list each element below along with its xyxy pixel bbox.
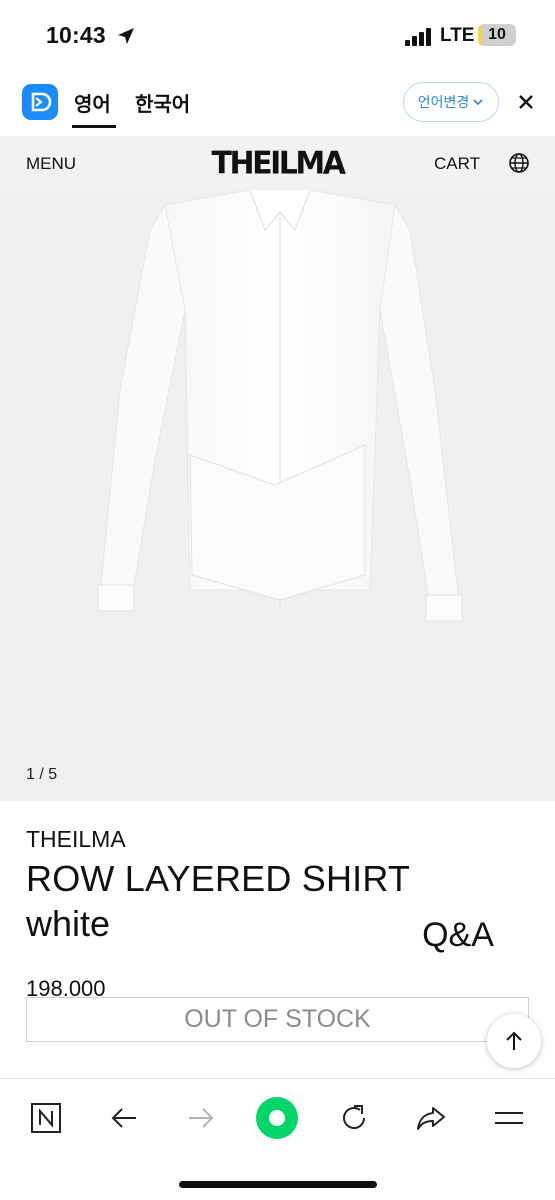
product-price: 198.000 bbox=[26, 976, 106, 998]
menu-icon[interactable] bbox=[486, 1095, 532, 1141]
tab-english[interactable]: 영어 bbox=[74, 88, 111, 117]
cart-button[interactable]: CART bbox=[434, 154, 480, 174]
product-color: white bbox=[26, 903, 111, 944]
active-tab-indicator bbox=[72, 125, 116, 128]
translation-bar: 영어 한국어 언어변경 bbox=[0, 74, 555, 136]
image-counter: 1 / 5 bbox=[26, 766, 58, 783]
shirt-product-image[interactable] bbox=[80, 190, 480, 640]
cellular-signal-icon bbox=[405, 28, 431, 46]
scroll-to-top-button[interactable] bbox=[487, 1014, 541, 1068]
back-arrow-icon[interactable] bbox=[101, 1095, 147, 1141]
battery-icon: 10 bbox=[478, 24, 516, 46]
papago-logo-icon bbox=[22, 84, 58, 120]
out-of-stock-button[interactable]: OUT OF STOCK bbox=[26, 997, 529, 1042]
location-arrow-icon bbox=[118, 28, 134, 44]
change-language-label: 언어변경 bbox=[417, 94, 470, 110]
product-brand[interactable]: THEILMA bbox=[26, 826, 126, 853]
product-name: ROW LAYERED SHIRT bbox=[26, 858, 411, 899]
close-icon[interactable] bbox=[514, 90, 538, 114]
globe-icon[interactable] bbox=[508, 152, 530, 174]
change-language-button[interactable]: 언어변경 bbox=[403, 82, 499, 122]
qa-button[interactable]: Q&A bbox=[400, 905, 516, 965]
network-type: LTE bbox=[440, 25, 475, 46]
battery-percent: 10 bbox=[488, 26, 506, 43]
share-icon[interactable] bbox=[408, 1095, 454, 1141]
reload-icon[interactable] bbox=[331, 1095, 377, 1141]
tab-korean[interactable]: 한국어 bbox=[135, 88, 190, 117]
arrow-up-icon bbox=[506, 1031, 522, 1050]
green-dot-icon[interactable] bbox=[254, 1095, 300, 1141]
site-header: MENU THEILMA CART bbox=[0, 136, 555, 190]
status-bar: 10:43 LTE 10 bbox=[0, 0, 555, 74]
n-home-icon[interactable] bbox=[23, 1095, 69, 1141]
status-time: 10:43 bbox=[46, 22, 106, 48]
product-image-gallery[interactable]: 1 / 5 bbox=[0, 190, 555, 801]
home-indicator[interactable] bbox=[179, 1181, 377, 1188]
forward-arrow-icon[interactable] bbox=[178, 1095, 224, 1141]
chevron-down-icon bbox=[473, 99, 483, 106]
